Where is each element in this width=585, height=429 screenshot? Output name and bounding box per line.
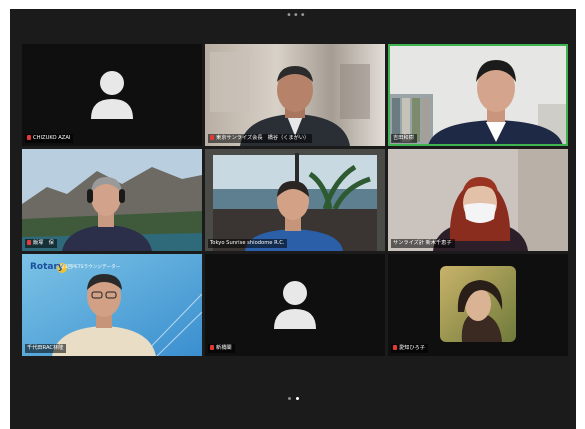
zoom-window: ••• CHIZUKO AZAI 東京サンライズ会長 橋谷（くまがい） 吉田和樹…: [10, 9, 576, 429]
avatar-icon: [91, 71, 133, 119]
participant-tile[interactable]: CHIZUKO AZAI: [22, 44, 202, 146]
page-dot-current[interactable]: [296, 397, 299, 400]
participant-tile[interactable]: 新橋閣: [205, 254, 385, 356]
participant-name-label: CHIZUKO AZAI: [25, 134, 74, 143]
muted-mic-icon: [27, 135, 31, 140]
muted-mic-icon: [210, 345, 214, 350]
participant-video: [388, 149, 568, 251]
participant-tile[interactable]: Tokyo Sunrise shiodome R.C.: [205, 149, 385, 251]
muted-mic-icon: [393, 345, 397, 350]
participant-tile[interactable]: 飯塚 保: [22, 149, 202, 251]
profile-picture: [440, 266, 516, 342]
participant-tile[interactable]: 東京サンライズ会長 橋谷（くまがい）: [205, 44, 385, 146]
rotary-logo: Rotary: [30, 262, 64, 272]
more-options-icon[interactable]: •••: [286, 11, 307, 21]
muted-mic-icon: [27, 240, 31, 245]
muted-mic-icon: [210, 135, 214, 140]
participant-name-label: 東京サンライズ会長 橋谷（くまがい）: [208, 134, 313, 143]
participant-name-label: Tokyo Sunrise shiodome R.C.: [208, 239, 288, 248]
participant-tile[interactable]: サンライズ計 新木千恵子: [388, 149, 568, 251]
participant-name-label: 愛知ひろ子: [391, 344, 428, 353]
participant-tile-active-speaker[interactable]: 吉田和樹: [388, 44, 568, 146]
participant-name-label: サンライズ計 新木千恵子: [391, 239, 455, 248]
participant-name-label: 飯塚 保: [25, 239, 57, 248]
participant-name-label: 吉田和樹: [391, 134, 417, 143]
participant-video: [205, 149, 385, 251]
avatar-icon: [274, 281, 316, 329]
page-indicator[interactable]: [288, 385, 304, 404]
participant-tile[interactable]: 愛知ひろ子: [388, 254, 568, 356]
participant-name-label: 新橋閣: [208, 344, 235, 353]
participant-name-label: 千代田RAC林隆: [25, 344, 67, 353]
participant-video: [22, 149, 202, 251]
banner-caption: 第3回PETSラウンジデーター: [60, 265, 121, 270]
participant-video: [388, 44, 568, 146]
participant-tile[interactable]: Rotary 第3回PETSラウンジデーター 千代田RAC林隆: [22, 254, 202, 356]
participant-video: [205, 44, 385, 146]
page-dot[interactable]: [288, 397, 291, 400]
